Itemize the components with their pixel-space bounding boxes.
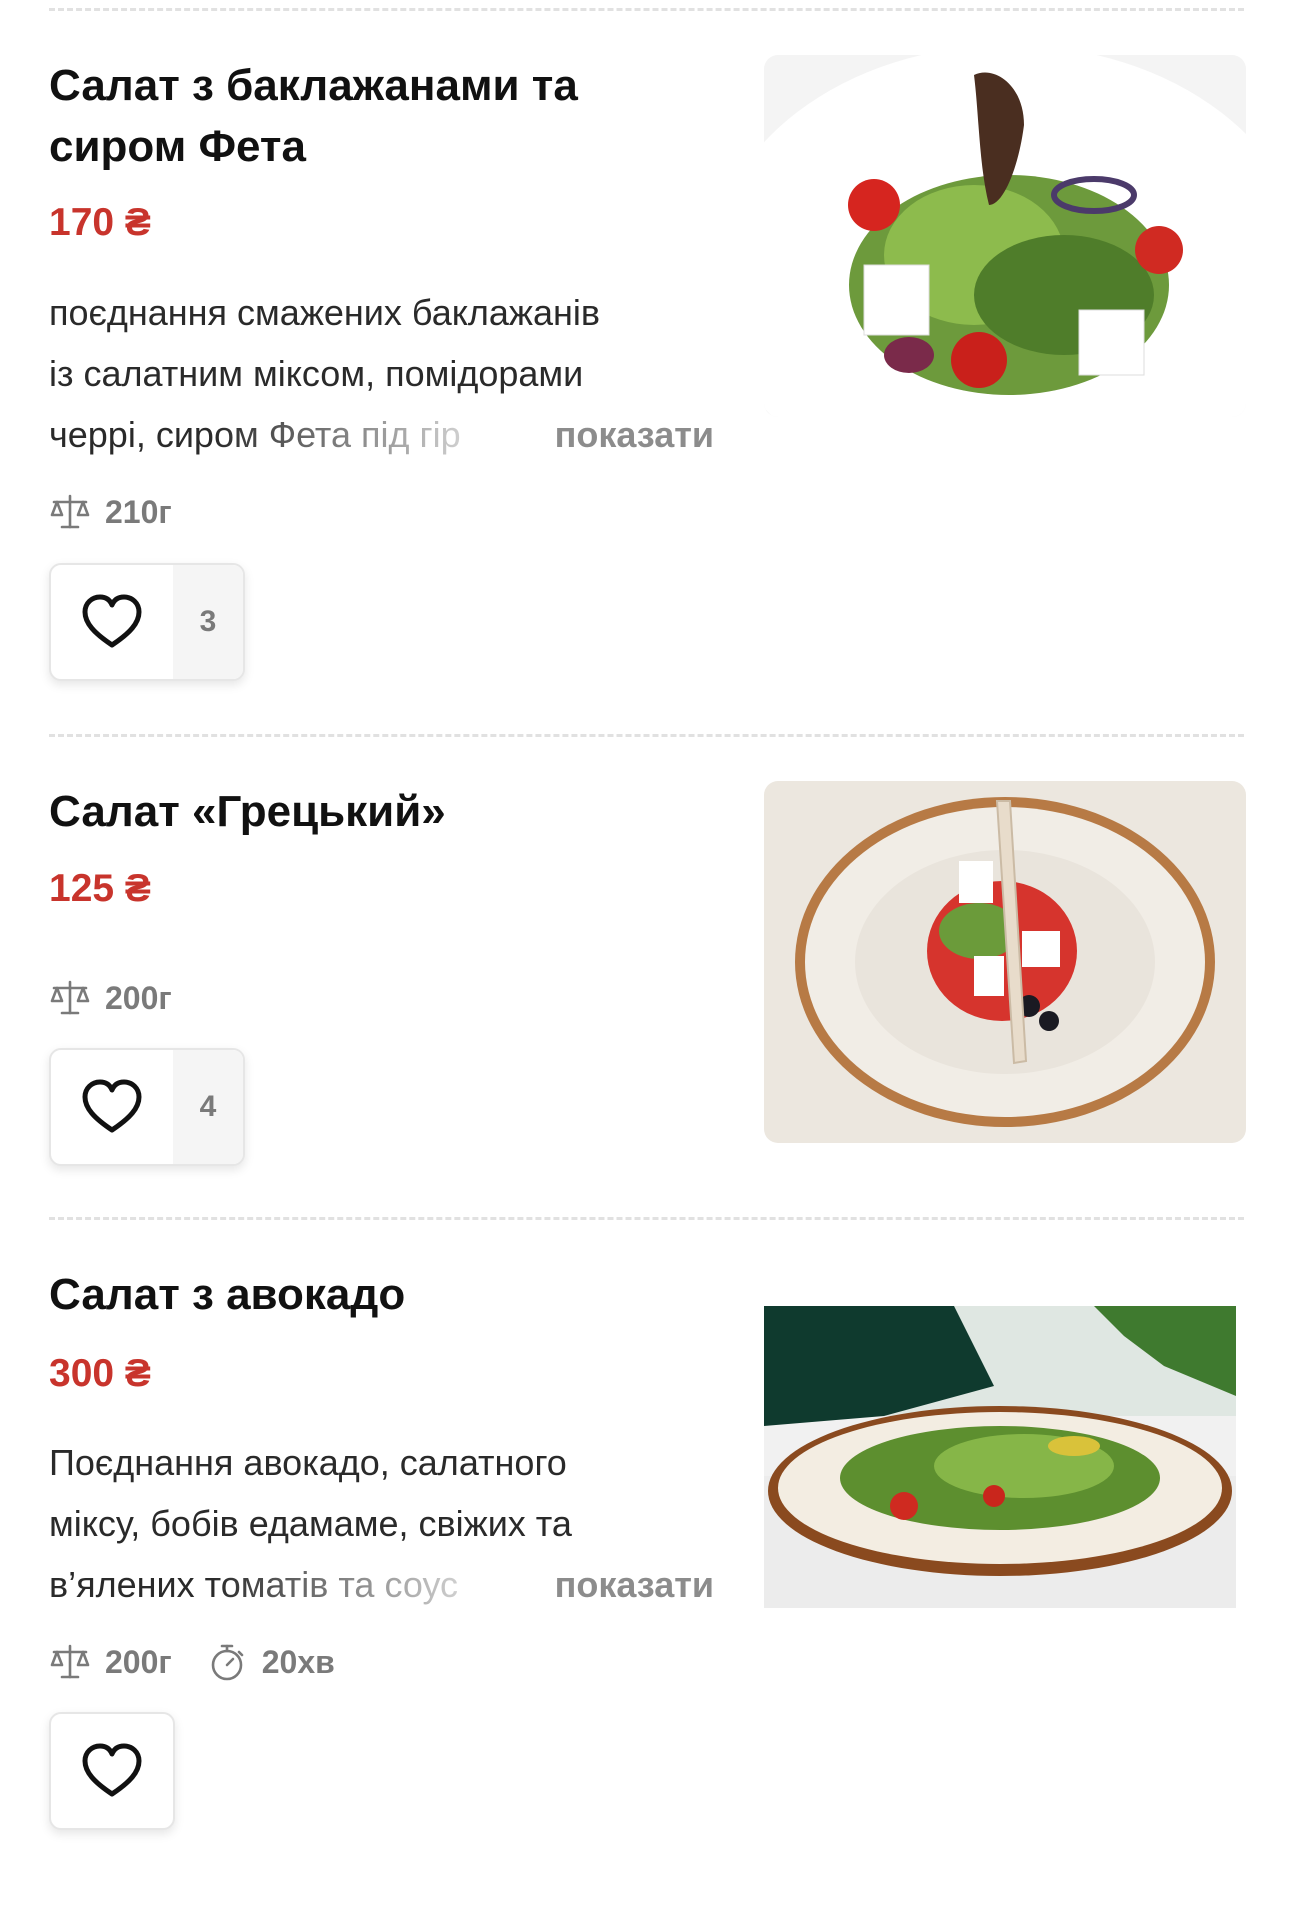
weight-info: 200г xyxy=(49,979,172,1017)
time-info: 20хв xyxy=(206,1643,335,1681)
scale-icon xyxy=(50,1644,90,1679)
item-description: поєднання смажених баклажанів із салатни… xyxy=(49,282,714,465)
item-meta: 200г 20хв xyxy=(49,1642,369,1682)
heart-icon xyxy=(82,594,142,648)
description-line: черрі, сиром Фета під гір показати xyxy=(49,404,714,465)
dish-image xyxy=(764,55,1246,417)
dish-photo[interactable] xyxy=(764,1306,1236,1608)
divider xyxy=(49,8,1244,11)
item-description: Поєднання авокадо, салатного міксу, бобі… xyxy=(49,1432,714,1615)
scale-icon xyxy=(50,494,90,529)
dish-photo[interactable] xyxy=(764,55,1246,417)
item-title-line: Салат з авокадо xyxy=(49,1270,406,1319)
weight-value: 210г xyxy=(105,493,172,530)
like-button[interactable]: 3 xyxy=(49,563,245,681)
item-meta: 200г xyxy=(49,978,206,1018)
like-button[interactable] xyxy=(49,1712,175,1830)
scale-icon xyxy=(50,980,90,1015)
item-title-line: сиром Фета xyxy=(49,122,306,171)
time-value: 20хв xyxy=(261,1643,335,1680)
description-truncated-text: черрі, сиром Фета під гір xyxy=(49,414,461,455)
weight-value: 200г xyxy=(105,1643,172,1680)
item-title[interactable]: Салат з баклажанами та сиром Фета xyxy=(49,55,729,177)
like-heart-area[interactable] xyxy=(51,1050,173,1164)
show-more-link[interactable]: показати xyxy=(550,1554,714,1615)
menu-list: Салат з баклажанами та сиром Фета 170 ₴ … xyxy=(0,0,1290,1911)
like-button[interactable]: 4 xyxy=(49,1048,245,1166)
item-title-line: Салат «Грецький» xyxy=(49,787,446,836)
like-heart-area[interactable] xyxy=(51,1714,173,1828)
item-title-line: Салат з баклажанами та xyxy=(49,61,578,110)
item-title[interactable]: Салат «Грецький» xyxy=(49,781,729,842)
description-truncated-text: в’ялених томатів та соус xyxy=(49,1564,459,1605)
divider xyxy=(49,1217,1244,1220)
item-price: 170 ₴ xyxy=(49,201,151,244)
weight-value: 200г xyxy=(105,979,172,1016)
heart-icon xyxy=(82,1743,142,1797)
description-line: Поєднання авокадо, салатного xyxy=(49,1442,567,1483)
stopwatch-icon xyxy=(211,1644,244,1681)
weight-info: 210г xyxy=(49,493,172,531)
dish-photo[interactable] xyxy=(764,781,1246,1143)
like-heart-area[interactable] xyxy=(51,565,173,679)
description-line: міксу, бобів едамаме, свіжих та xyxy=(49,1503,572,1544)
divider xyxy=(49,734,1244,737)
description-line: в’ялених томатів та соус показати xyxy=(49,1554,714,1615)
heart-icon xyxy=(82,1079,142,1133)
item-meta: 210г xyxy=(49,492,206,532)
weight-info: 200г xyxy=(49,1643,172,1681)
like-count: 4 xyxy=(173,1050,243,1164)
item-title[interactable]: Салат з авокадо xyxy=(49,1264,729,1325)
description-line: із салатним міксом, помідорами xyxy=(49,353,584,394)
show-more-link[interactable]: показати xyxy=(550,404,714,465)
dish-image xyxy=(764,781,1246,1143)
dish-image xyxy=(764,1306,1236,1608)
description-line: поєднання смажених баклажанів xyxy=(49,292,601,333)
item-price: 125 ₴ xyxy=(49,867,151,910)
item-price: 300 ₴ xyxy=(49,1352,151,1395)
like-count: 3 xyxy=(173,565,243,679)
